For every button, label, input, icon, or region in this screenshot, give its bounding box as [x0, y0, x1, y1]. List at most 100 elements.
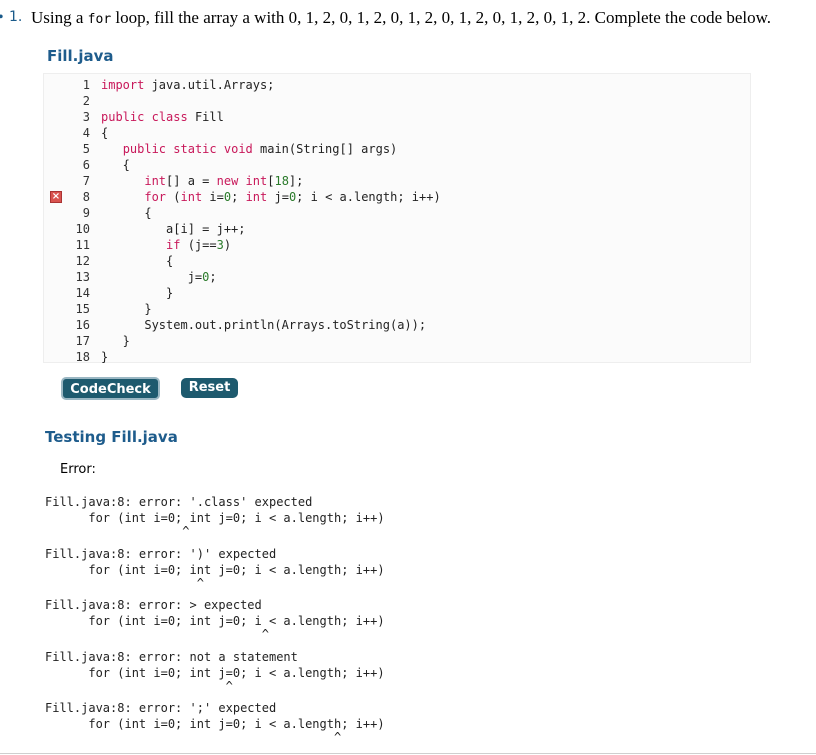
error-message: Fill.java:8: error: '.class' expected — [45, 495, 313, 509]
error-caret: ^ — [45, 627, 269, 641]
code-token: } — [101, 286, 174, 300]
code-token: new — [216, 174, 239, 188]
error-caret: ^ — [45, 575, 204, 590]
code-line[interactable]: 13 j=0; — [44, 269, 750, 285]
code-token: Fill — [187, 110, 224, 124]
error-caret: ^ — [45, 524, 190, 538]
code-token: System.out.println(Arrays.toString(a)); — [101, 318, 427, 332]
line-code[interactable]: { — [101, 125, 108, 141]
error-entry: Fill.java:8: error: ';' expected for (in… — [45, 700, 745, 743]
code-token: [] a = — [166, 174, 217, 188]
line-code[interactable]: { — [101, 157, 130, 173]
error-entry: Fill.java:8: error: not a statement for … — [45, 649, 745, 692]
code-token: main(String[] args) — [252, 142, 398, 156]
error-message: Fill.java:8: error: > expected — [45, 598, 262, 612]
code-token: public — [122, 142, 167, 156]
line-code[interactable]: a[i] = j++; — [101, 221, 246, 237]
code-line[interactable]: 18} — [44, 349, 750, 365]
line-code[interactable]: } — [101, 301, 151, 317]
line-code[interactable]: public class Fill — [101, 109, 224, 125]
code-token: java.util.Arrays; — [144, 78, 275, 92]
code-token: j= — [101, 270, 203, 284]
line-code[interactable]: } — [101, 285, 173, 301]
bottom-divider — [0, 753, 816, 754]
line-number: 13 — [75, 270, 90, 284]
error-marker-icon[interactable]: × — [50, 191, 62, 203]
error-entry: Fill.java:8: error: > expected for (int … — [45, 597, 745, 641]
line-code[interactable]: import java.util.Arrays; — [101, 77, 274, 93]
code-token: { — [101, 254, 174, 268]
code-line[interactable]: × 8 for (int i=0; int j=0; i < a.length; … — [44, 189, 750, 205]
code-line[interactable]: 4{ — [44, 125, 750, 141]
code-token: for — [144, 190, 167, 204]
code-line[interactable]: 3 public class Fill — [44, 109, 750, 125]
reset-button[interactable]: Reset — [181, 378, 238, 398]
code-token: i= — [202, 190, 224, 204]
code-line[interactable]: 14 } — [44, 285, 750, 301]
code-token: int — [245, 174, 268, 188]
code-line[interactable]: 16 System.out.println(Arrays.toString(a)… — [44, 317, 750, 333]
line-number: 1 — [82, 78, 90, 92]
line-code[interactable]: { — [101, 205, 152, 221]
file-title: Fill.java — [47, 47, 114, 65]
codecheck-button[interactable]: CodeCheck — [61, 377, 160, 400]
code-line[interactable]: 7 int[] a = new int[18]; — [44, 173, 750, 189]
code-line[interactable]: 15 } — [44, 301, 750, 317]
line-code[interactable]: if (j==3) — [101, 237, 231, 253]
code-token: { — [101, 158, 130, 172]
question-text: Using a for loop, fill the array a with … — [31, 8, 771, 28]
code-line[interactable]: 1 import java.util.Arrays; — [44, 77, 750, 93]
code-line[interactable]: 9 { — [44, 205, 750, 221]
error-message: Fill.java:8: error: ';' expected — [45, 701, 277, 715]
line-code[interactable]: { — [101, 253, 173, 269]
line-number: 10 — [75, 222, 90, 236]
line-code[interactable]: public static void main(String[] args) — [101, 141, 398, 157]
code-editor[interactable]: 1 import java.util.Arrays; 2 3 public class … — [43, 73, 751, 365]
code-token: int — [180, 190, 203, 204]
code-line[interactable]: 6 { — [44, 157, 750, 173]
question-bullet: • — [0, 9, 4, 27]
code-token: import — [101, 78, 145, 92]
code-line[interactable]: 17 } — [44, 333, 750, 349]
error-message: Fill.java:8: error: not a statement — [45, 649, 298, 664]
line-code[interactable]: for (int i=0; int j=0; i < a.length; i++… — [101, 189, 441, 205]
code-token: j= — [267, 190, 289, 204]
code-token: ; — [209, 270, 217, 284]
line-code[interactable]: int[] a = new int[18]; — [101, 173, 303, 189]
code-token: static — [173, 142, 217, 156]
error-entry: Fill.java:8: error: ')' expected for (in… — [45, 546, 745, 590]
code-token: a[i] = j++; — [101, 222, 246, 236]
code-line[interactable]: 10 a[i] = j++; — [44, 221, 750, 237]
line-code[interactable]: } — [101, 333, 130, 349]
line-number: 3 — [82, 110, 90, 124]
code-token: int — [245, 190, 268, 204]
code-token: if — [166, 238, 181, 252]
code-token: class — [151, 110, 188, 124]
code-token: { — [101, 206, 152, 220]
code-token: } — [101, 350, 109, 364]
testing-title: Testing Fill.java — [45, 428, 178, 446]
question-code-word: for — [87, 12, 112, 27]
line-number: 7 — [82, 174, 90, 188]
line-code[interactable]: } — [101, 349, 108, 365]
code-line[interactable]: 2 — [44, 93, 750, 109]
code-token: int — [144, 174, 167, 188]
code-line[interactable]: 5 public static void main(String[] args) — [44, 141, 750, 157]
code-line[interactable]: 12 { — [44, 253, 750, 269]
line-code[interactable]: System.out.println(Arrays.toString(a)); — [101, 317, 426, 333]
line-number: 6 — [82, 158, 90, 172]
code-token: void — [223, 142, 253, 156]
question-number: 1 — [9, 9, 22, 25]
question-text-before: Using a — [31, 8, 88, 27]
code-token: } — [101, 334, 130, 348]
line-code[interactable]: j=0; — [101, 269, 217, 285]
code-line[interactable]: 11 if (j==3) — [44, 237, 750, 253]
code-token: ; i < a.length; i++) — [296, 190, 441, 204]
question: • 1 Using a for loop, fill the array a w… — [0, 8, 816, 32]
code-token: (j== — [180, 238, 217, 252]
